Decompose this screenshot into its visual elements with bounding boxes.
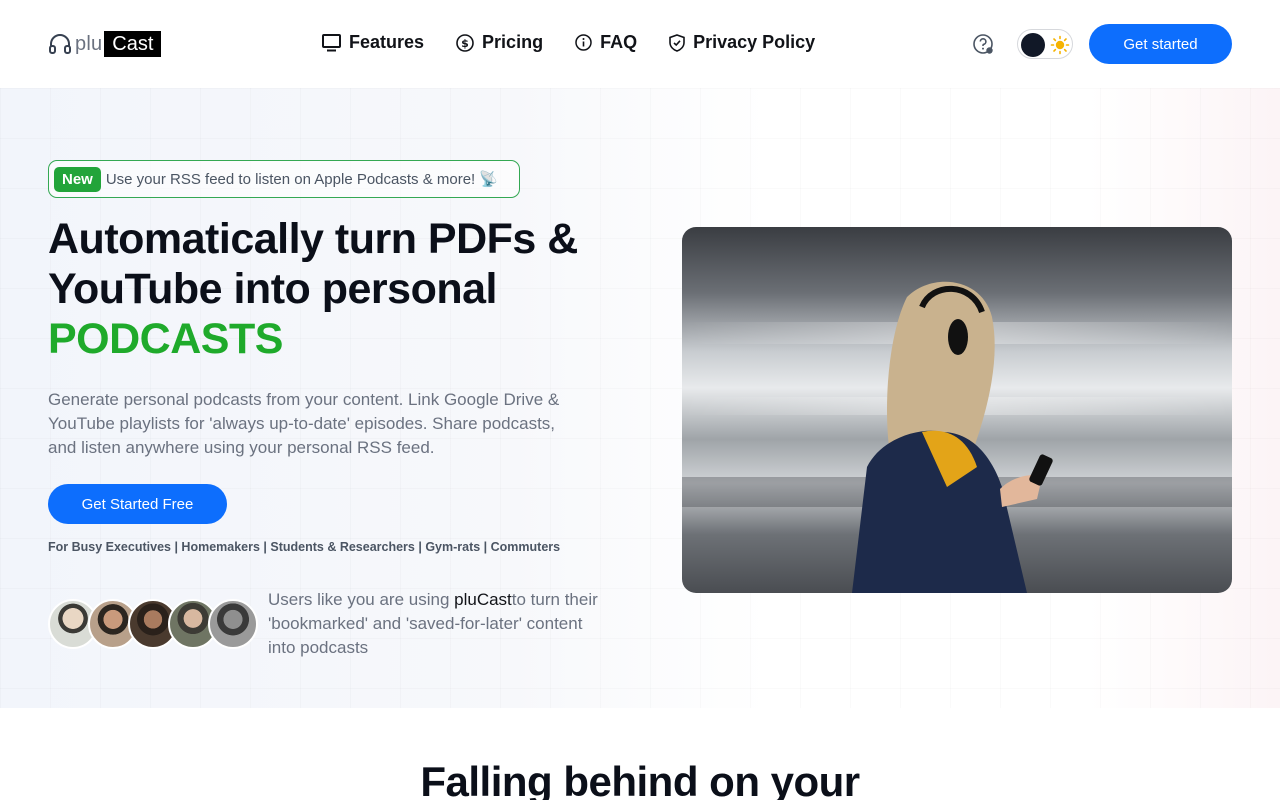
new-tag: New	[54, 166, 101, 192]
nav-label-privacy-policy: Privacy Policy	[693, 32, 816, 52]
social-proof-text: Users like you are using pluCastto turn …	[268, 588, 598, 660]
site-header: plu Cast Features $ Pricing FAQ Privacy …	[0, 0, 1280, 88]
nav-item-faq[interactable]: FAQ	[575, 32, 637, 53]
nav-label-features: Features	[349, 32, 425, 52]
dollar-circle-icon: $	[456, 33, 474, 52]
sun-icon	[1050, 35, 1070, 55]
svg-text:$: $	[461, 37, 469, 50]
headphones-icon	[49, 34, 71, 54]
nav-label-faq: FAQ	[600, 32, 638, 52]
announcement-badge[interactable]: New Use your RSS feed to listen on Apple…	[48, 160, 520, 198]
problem-section: Falling behind on your	[0, 708, 1280, 800]
hero-section: New Use your RSS feed to listen on Apple…	[0, 88, 1280, 708]
nav-item-privacy-policy[interactable]: Privacy Policy	[669, 32, 815, 53]
logo-text-plu: plu	[75, 32, 103, 55]
help-circle-icon[interactable]	[972, 33, 994, 55]
commuter-photo-illustration	[682, 281, 1232, 593]
social-proof-pre: Users like you are using	[268, 590, 455, 609]
nav-item-features[interactable]: Features	[322, 32, 424, 53]
logo[interactable]: plu Cast	[48, 31, 162, 57]
headline-line-1: Automatically turn PDFs &	[48, 215, 578, 263]
toggle-knob	[1021, 33, 1045, 57]
hero-description: Generate personal podcasts from your con…	[48, 390, 560, 457]
monitor-icon	[322, 33, 341, 51]
main-nav: Features $ Pricing FAQ Privacy Policy	[322, 32, 815, 53]
hero-image	[682, 227, 1232, 593]
social-proof-brand: pluCast	[454, 590, 512, 609]
section-heading: Falling behind on your	[420, 758, 860, 800]
shield-check-icon	[669, 33, 685, 52]
headline-highlight: PODCASTS	[48, 315, 283, 363]
audience-list: For Busy Executives | Homemakers | Stude…	[48, 540, 561, 554]
avatar	[208, 599, 258, 649]
logo-text-cast: Cast	[104, 31, 162, 57]
info-circle-icon	[575, 34, 592, 51]
get-started-button[interactable]: Get started	[1089, 24, 1232, 64]
get-started-free-button[interactable]: Get Started Free	[48, 484, 227, 524]
hero-headline: Automatically turn PDFs & YouTube into p…	[48, 214, 608, 364]
theme-toggle[interactable]	[1017, 29, 1073, 59]
nav-item-pricing[interactable]: $ Pricing	[456, 32, 543, 53]
user-avatars	[48, 599, 258, 649]
headline-line-2: YouTube into personal	[48, 265, 497, 313]
nav-label-pricing: Pricing	[482, 32, 544, 52]
announcement-text: Use your RSS feed to listen on Apple Pod…	[105, 171, 499, 188]
